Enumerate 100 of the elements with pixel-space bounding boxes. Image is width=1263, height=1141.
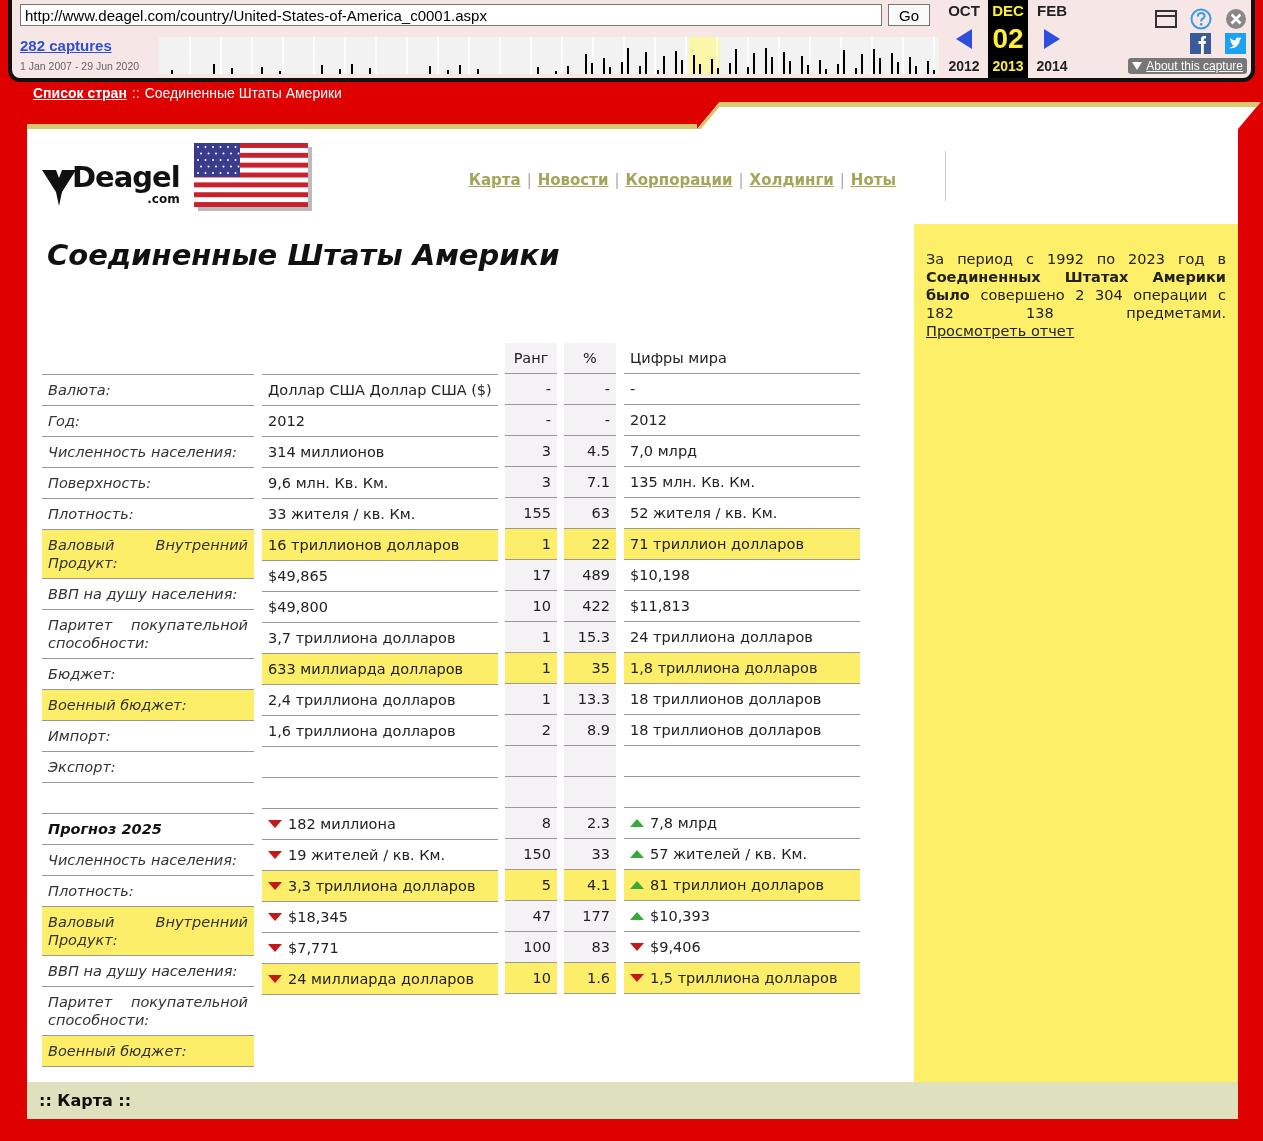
cell-text: 71 триллион долларов (630, 535, 804, 553)
cell-text: Экспорт: (48, 758, 117, 776)
cell-text: $49,800 (268, 598, 329, 616)
cell-text: Доллар США Доллар США ($) (268, 381, 492, 399)
about-capture-button[interactable]: About this capture (1128, 58, 1247, 74)
cell-text: 182 миллиона (288, 815, 397, 833)
cell-text: Военный бюджет: (48, 1042, 188, 1060)
month-label: DEC (992, 2, 1024, 19)
nav-separator: | (526, 170, 532, 189)
cell-text: $9,406 (650, 938, 701, 956)
cell-text: 24 триллиона долларов (630, 628, 813, 646)
captures-link[interactable]: 282 captures (20, 37, 155, 54)
cell-text: 1.6 (586, 969, 610, 987)
cell-text: 177 (582, 907, 610, 925)
cell-text: 13.3 (577, 690, 610, 708)
cell-text: 16 триллионов долларов (268, 536, 461, 554)
cell-text: 47 (532, 907, 551, 925)
cell-text: - (630, 380, 636, 398)
breadcrumb-link[interactable]: Список стран (33, 85, 127, 102)
cell-text: 2 (541, 721, 551, 739)
nav-separator: | (738, 170, 744, 189)
cell-text: 314 миллионов (268, 443, 386, 461)
cell-text: 33 (591, 845, 610, 863)
cell-text: Импорт: (48, 727, 112, 745)
cell-text: Паритет покупательной способности: (48, 616, 248, 652)
cell-text: 2,4 триллиона долларов (268, 691, 457, 709)
cell-text: 7.1 (586, 473, 610, 491)
section-bar: :: Карта :: (27, 1082, 1238, 1119)
cell-text: Валовый Внутренний Продукт: (48, 536, 248, 572)
column-header: % (564, 343, 616, 374)
cell-text: 17 (532, 566, 551, 584)
breadcrumb-current: Соединенные Штаты Америки (144, 85, 342, 102)
page-title: Соединенные Штаты Америки (47, 238, 561, 274)
cell-text: 7,0 млрд (630, 442, 698, 460)
cell-text: $18,345 (288, 908, 349, 926)
report-link[interactable]: Просмотреть отчет (926, 323, 1075, 339)
cell-text: 5 (541, 876, 551, 894)
cell-text: Плотность: (48, 505, 135, 523)
cell-text: 2.3 (586, 814, 610, 832)
cell-text: Плотность: (48, 882, 135, 900)
month-label: OCT (948, 2, 980, 19)
cell-text: Прогноз 2025 (48, 820, 163, 838)
cell-text: 2012 (630, 411, 667, 429)
caret-icon (1132, 62, 1143, 70)
cell-text: Год: (48, 412, 81, 430)
logo-text: Deagel (72, 161, 180, 192)
month-label: FEB (1037, 2, 1067, 19)
cell-text: 57 жителей / кв. Км. (650, 845, 807, 863)
capture-histogram[interactable] (159, 37, 939, 74)
year-label: 2012 (948, 58, 980, 74)
cell-text: - (545, 380, 551, 398)
cell-text: 83 (591, 938, 610, 956)
cell-text: 135 млн. Кв. Км. (630, 473, 756, 491)
cell-text: 4.5 (586, 442, 610, 460)
url-field[interactable]: http://www.deagel.com/country/United-States-of-America_c0001.aspx (20, 4, 882, 26)
flag-icon (193, 142, 312, 211)
go-button[interactable]: Go (888, 4, 930, 26)
cell-text: 18 триллионов долларов (630, 690, 822, 708)
breadcrumb-separator: :: (131, 85, 140, 102)
window-icon[interactable] (1155, 10, 1177, 28)
year-label: 2013 (992, 58, 1024, 74)
cell-text: 3,3 триллиона долларов (288, 877, 477, 895)
cell-text: 1,8 триллиона долларов (630, 659, 818, 677)
cell-text: 19 жителей / кв. Км. (288, 846, 446, 864)
cell-text: ВВП на душу населения: (48, 962, 239, 980)
twitter-icon[interactable] (1225, 33, 1246, 54)
cell-text: 8.9 (586, 721, 610, 739)
previous-arrow-icon[interactable] (954, 27, 974, 50)
cell-text: Валовый Внутренний Продукт: (48, 913, 248, 949)
cell-text: 3 (541, 473, 551, 491)
cell-text: 1 (541, 535, 551, 553)
summary-text: За период с 1992 по 2023 год в Соединенных Штатах Америки было совершено 2 304 операции с 182 138 предметами. Просмотреть отчет (926, 250, 1226, 340)
year-label: 2014 (1036, 58, 1068, 74)
facebook-icon[interactable] (1190, 33, 1211, 54)
month-column[interactable]: OCT 2012 (944, 0, 984, 78)
cell-text: 52 жителя / кв. Км. (630, 504, 778, 522)
selected-month[interactable]: DEC 02 2013 (988, 0, 1028, 78)
cell-text: Бюджет: (48, 665, 117, 683)
nav-separator: | (839, 170, 845, 189)
cell-text: $10,198 (630, 566, 690, 584)
cell-text: Поверхность: (48, 474, 153, 492)
cell-text: Численность населения: (48, 851, 238, 869)
cell-text: 63 (591, 504, 610, 522)
cell-text: Паритет покупательной способности: (48, 993, 248, 1029)
cell-text: 1 (541, 690, 551, 708)
cell-text: $49,865 (268, 567, 329, 585)
date-range: 1 Jan 2007 - 29 Jun 2020 (20, 60, 141, 72)
cell-text: $10,393 (650, 907, 710, 925)
cell-text: $7,771 (288, 939, 340, 957)
cell-text: - (604, 411, 610, 429)
day-number: 02 (992, 24, 1024, 53)
cell-text: 422 (582, 597, 610, 615)
month-column[interactable]: FEB 2014 (1032, 0, 1072, 78)
cell-text: 18 триллионов долларов (630, 721, 822, 739)
cell-text: 1,6 триллиона долларов (268, 722, 457, 740)
cell-text: 81 триллион долларов (650, 876, 824, 894)
close-icon[interactable] (1225, 8, 1247, 30)
next-arrow-icon[interactable] (1042, 27, 1062, 50)
cell-text: 4.1 (586, 876, 610, 894)
cell-text: Численность населения: (48, 443, 238, 461)
